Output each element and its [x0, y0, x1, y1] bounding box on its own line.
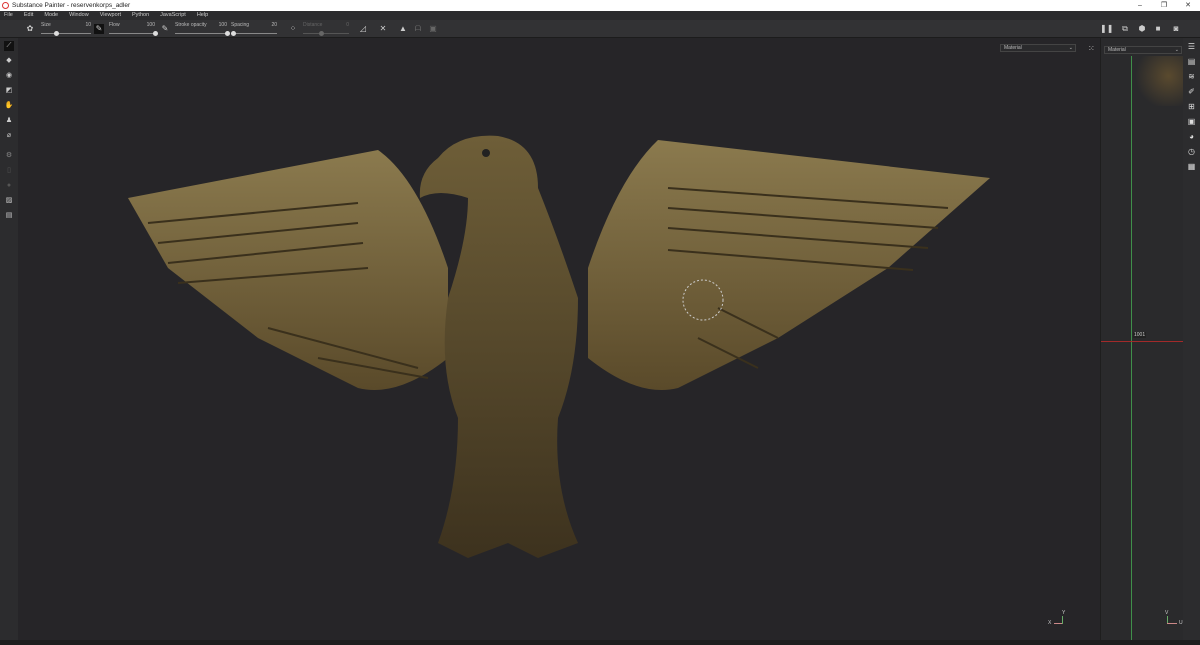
3d-viewport[interactable]: Material ⌄ ⁙ Y X	[18, 38, 1100, 640]
spacing-slider[interactable]: Spacing 20	[230, 22, 277, 36]
stroke-opacity-knob[interactable]	[224, 31, 230, 36]
menu-viewport[interactable]: Viewport	[100, 11, 121, 20]
2d-uv-viewport[interactable]: Material ⌄ 1001 V U	[1100, 38, 1184, 640]
history-icon[interactable]: ◷	[1186, 146, 1197, 157]
log-icon[interactable]: ▦	[1186, 161, 1197, 172]
properties-icon[interactable]: ✐	[1186, 86, 1197, 97]
flow-slider[interactable]: Flow 100	[109, 22, 158, 36]
paint-brush-tool-icon[interactable]: ⟋	[4, 41, 14, 51]
restore-button[interactable]: ❐	[1152, 0, 1176, 11]
display-settings-icon[interactable]: ▣	[1186, 116, 1197, 127]
clone-tool-icon[interactable]: ♟	[4, 116, 14, 126]
image-icon[interactable]: ▨	[4, 196, 14, 206]
panels-sidebar: ☰ ▤ ≋ ✐ ⊞ ▣ ◕ ◷ ▦	[1183, 38, 1200, 640]
alignment-icon[interactable]: ◿	[358, 24, 368, 34]
eagle-model	[128, 135, 990, 558]
lazy-mouse-icon[interactable]: ⁘	[288, 24, 298, 34]
stroke-opacity-slider[interactable]: Stroke opacity 100	[175, 22, 230, 36]
clipboard-icon[interactable]: ▤	[4, 211, 14, 221]
shelf-icon[interactable]: ⊞	[1186, 101, 1197, 112]
window-title: Substance Painter - reservenkorps_adler	[12, 2, 131, 9]
menu-mode[interactable]: Mode	[44, 11, 58, 20]
environment-cube-icon[interactable]: ⬢	[1137, 24, 1147, 34]
close-button[interactable]: ✕	[1176, 0, 1200, 11]
disabled-tool-2-icon[interactable]: ●	[4, 181, 14, 191]
tool-properties-bar: ✿ Size 10 ✎ Flow 100 ✎ Stroke opacity 10…	[0, 20, 1200, 38]
brush-preset-icon[interactable]: ✿	[25, 24, 35, 34]
app-logo-icon	[2, 2, 9, 9]
menu-bar: File Edit Mode Window Viewport Python Ja…	[0, 11, 1200, 20]
distance-slider[interactable]: Distance 0	[303, 22, 349, 36]
minimize-button[interactable]: –	[1128, 0, 1152, 11]
shader-settings-icon[interactable]: ◕	[1186, 131, 1197, 142]
projection-tool-icon[interactable]: ◉	[4, 71, 14, 81]
spacing-knob[interactable]	[230, 31, 236, 36]
flow-pressure-icon[interactable]: ✎	[160, 24, 170, 34]
symmetry-icon[interactable]: ▲	[398, 24, 408, 34]
texture-set-list-icon[interactable]: ☰	[1186, 41, 1197, 52]
flow-value: 100	[146, 22, 155, 28]
size-slider[interactable]: Size 10	[41, 22, 91, 36]
backface-culling-icon[interactable]: ✕	[378, 24, 388, 34]
menu-javascript[interactable]: JavaScript	[160, 11, 186, 20]
view-mode-icon[interactable]: ⧉	[1120, 24, 1130, 34]
u-axis-line	[1101, 341, 1184, 342]
menu-edit[interactable]: Edit	[24, 11, 33, 20]
flow-knob[interactable]	[152, 31, 158, 36]
title-bar: Substance Painter - reservenkorps_adler …	[0, 0, 1200, 11]
eraser-tool-icon[interactable]: ◆	[4, 56, 14, 66]
flow-label: Flow	[109, 22, 120, 28]
menu-python[interactable]: Python	[132, 11, 149, 20]
texture-set-settings-icon[interactable]: ▤	[1186, 56, 1197, 67]
2d-channel-select[interactable]: Material ⌄	[1104, 46, 1182, 54]
polygon-fill-tool-icon[interactable]: ◩	[4, 86, 14, 96]
symmetry-settings-icon[interactable]: ▣	[428, 24, 438, 34]
v-axis-line	[1131, 56, 1132, 640]
menu-file[interactable]: File	[4, 11, 13, 20]
uv-tile-label: 1001	[1133, 332, 1147, 338]
size-knob[interactable]	[53, 31, 59, 36]
uv-texture-preview	[1132, 56, 1184, 106]
tools-sidebar: ⟋ ◆ ◉ ◩ ✋ ♟ ⌀ ⚙ ▯ ● ▨ ▤	[0, 38, 18, 640]
menu-window[interactable]: Window	[69, 11, 89, 20]
camera-icon[interactable]: ■	[1153, 24, 1163, 34]
spacing-label: Spacing	[231, 22, 250, 28]
2d-channel-value: Material	[1108, 47, 1126, 53]
screenshot-icon[interactable]: ◙	[1171, 24, 1181, 34]
bake-icon[interactable]: ⚙	[4, 151, 14, 161]
distance-knob[interactable]	[318, 31, 324, 36]
layers-icon[interactable]: ≋	[1186, 71, 1197, 82]
pen-pressure-icon[interactable]: ✎	[94, 24, 104, 34]
menu-help[interactable]: Help	[197, 11, 208, 20]
disabled-tool-icon[interactable]: ▯	[4, 166, 14, 176]
axis-x-label: X	[1048, 620, 1052, 626]
distance-label: Distance	[303, 22, 323, 28]
stroke-opacity-value: 100	[218, 22, 227, 28]
color-picker-icon[interactable]: ⌀	[4, 131, 14, 141]
size-label: Size	[41, 22, 51, 28]
size-value: 10	[85, 22, 91, 28]
distance-value: 0	[346, 22, 349, 28]
stroke-opacity-label: Stroke opacity	[175, 22, 207, 28]
status-bar	[0, 640, 1200, 645]
pause-icon[interactable]: ❚❚	[1100, 24, 1113, 34]
symmetry-axis-icon[interactable]: ᗩ	[413, 24, 423, 34]
spacing-value: 20	[271, 22, 277, 28]
smudge-tool-icon[interactable]: ✋	[4, 101, 14, 111]
